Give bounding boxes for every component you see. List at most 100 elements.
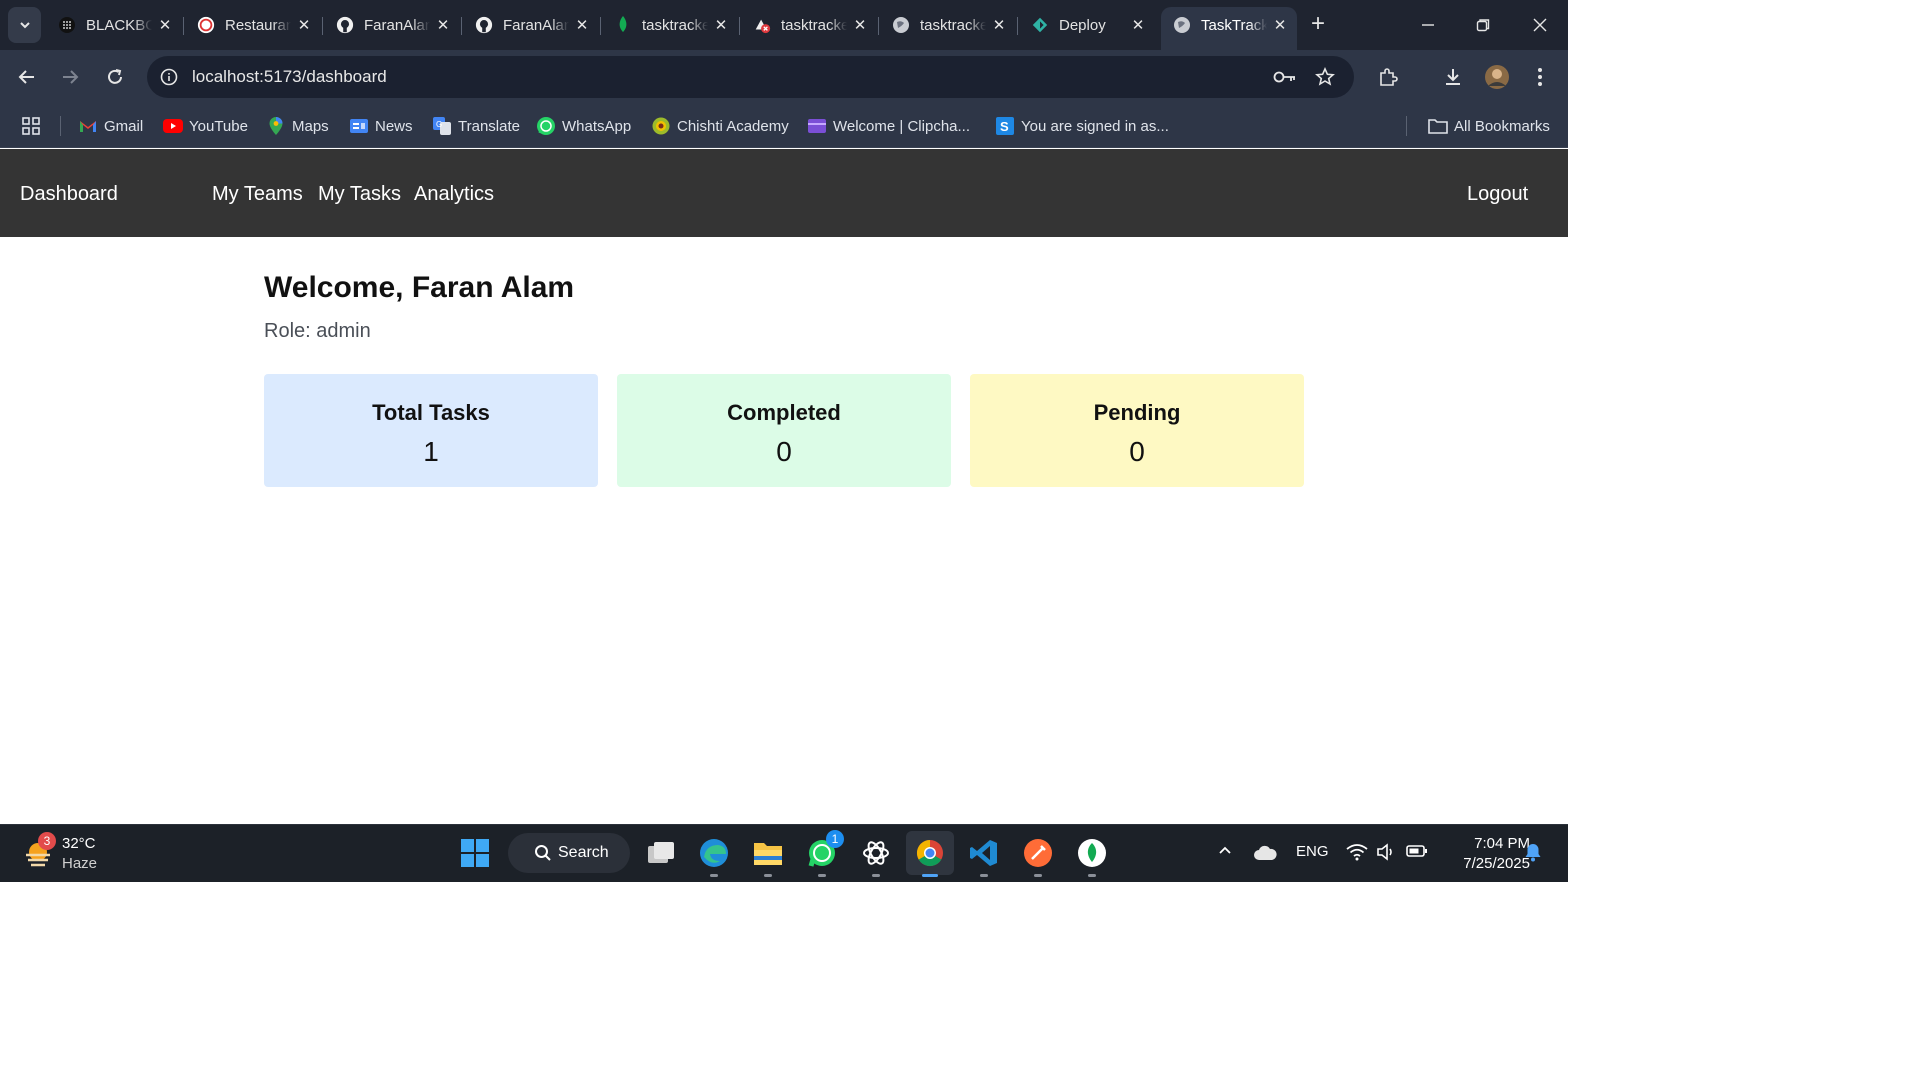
clipchamp-icon [807,116,827,136]
bookmark-signed-in[interactable]: S You are signed in as... [995,113,1169,139]
clock-time: 7:04 PM [1474,835,1530,852]
pending-card: Pending 0 [970,374,1304,487]
bookmark-star-icon[interactable] [1313,65,1337,89]
taskbar-edge[interactable] [694,833,734,877]
postman-icon [1024,839,1052,867]
battery-button[interactable] [1406,843,1428,863]
chevron-down-icon [19,22,30,29]
close-icon[interactable]: ✕ [851,16,869,34]
browser-tab[interactable]: tasktracker ✕ [602,7,740,43]
back-button[interactable] [11,61,43,93]
browser-tab[interactable]: Restaurant ✕ [185,7,323,43]
speaker-icon [1377,843,1392,861]
bookmark-youtube[interactable]: YouTube [163,113,248,139]
address-bar[interactable]: localhost:5173/dashboard [147,56,1354,98]
bookmark-gmail[interactable]: Gmail [78,113,143,139]
nav-dashboard-link[interactable]: Dashboard [20,183,118,206]
onedrive-button[interactable] [1253,845,1277,865]
close-icon[interactable]: ✕ [712,16,730,34]
forward-button[interactable] [54,61,86,93]
card-label: Completed [727,400,841,425]
browser-tab[interactable]: BLACKBOX ✕ [46,7,184,43]
bookmark-maps[interactable]: Maps [266,113,329,139]
bookmark-translate[interactable]: G Translate [432,113,520,139]
taskbar-search[interactable]: Search [508,833,630,873]
bookmark-whatsapp[interactable]: WhatsApp [536,113,631,139]
nav-analytics-link[interactable]: Analytics [414,183,494,206]
arrow-right-icon [63,70,79,84]
tab-separator [461,17,462,35]
taskbar-clock[interactable]: 7:04 PM 7/25/2025 [1440,834,1530,874]
close-icon[interactable]: ✕ [573,16,591,34]
minimize-button[interactable] [1405,8,1451,42]
taskbar-chrome[interactable] [906,831,954,877]
render-failed-icon [753,16,771,34]
bookmark-chishti-academy[interactable]: Chishti Academy [651,113,789,139]
card-value: 0 [776,436,792,467]
taskbar-mongodb-compass[interactable] [1072,833,1112,877]
browser-tab[interactable]: FaranAlam ✕ [324,7,462,43]
all-bookmarks-button[interactable]: All Bookmarks [1428,113,1550,139]
taskbar-chatgpt[interactable] [856,833,896,877]
taskbar-postman[interactable] [1018,833,1058,877]
apps-button[interactable] [21,113,41,139]
close-icon[interactable]: ✕ [295,16,313,34]
tab-title: tasktracker [642,16,708,34]
logout-link[interactable]: Logout [1467,183,1528,206]
browser-tab[interactable]: tasktracker ✕ [741,7,879,43]
taskbar-whatsapp[interactable]: 1 [802,830,844,877]
close-icon[interactable]: ✕ [434,16,452,34]
taskbar-file-explorer[interactable] [748,833,788,877]
weather-temperature: 32°C [62,835,96,852]
language-indicator[interactable]: ENG [1296,843,1329,860]
close-icon[interactable]: ✕ [1271,16,1289,34]
deploy-icon [1031,16,1049,34]
browser-tab[interactable]: tasktracker ✕ [880,7,1018,43]
browser-tab-active[interactable]: TaskTracker ✕ [1161,7,1297,50]
network-button[interactable] [1346,843,1368,865]
nav-my-teams-link[interactable]: My Teams [212,183,303,206]
folder-icon [754,843,782,865]
extensions-button[interactable] [1372,61,1404,93]
menu-button[interactable] [1524,61,1556,93]
tab-separator [600,17,601,35]
bookmark-divider [60,116,61,136]
bookmark-label: News [375,117,413,135]
site-info-icon[interactable] [157,65,181,89]
reload-button[interactable] [99,61,131,93]
bookmark-label: Maps [292,117,329,135]
weather-badge: 3 [38,832,56,850]
bookmark-news[interactable]: News [349,113,413,139]
restore-button[interactable] [1460,8,1506,42]
show-hidden-icons-button[interactable] [1217,843,1233,863]
cloud-icon [1254,845,1277,860]
taskbar-vscode[interactable] [964,833,1004,877]
notifications-button[interactable] [1524,842,1542,866]
password-key-icon[interactable] [1273,65,1297,89]
profile-button[interactable] [1481,61,1513,93]
task-view-button[interactable] [641,833,681,873]
running-indicator [980,874,988,877]
window-close-button[interactable] [1517,8,1563,42]
tab-title: Restaurant [225,16,291,34]
volume-button[interactable] [1376,843,1396,865]
weather-widget[interactable]: 3 [18,832,58,874]
close-icon[interactable]: ✕ [990,16,1008,34]
bookmark-clipchamp[interactable]: Welcome | Clipcha... [807,113,970,139]
browser-tab[interactable]: FaranAlam ✕ [463,7,601,43]
clock-date: 7/25/2025 [1463,855,1530,872]
active-indicator [922,874,938,877]
mongodb-leaf-icon [614,16,632,34]
address-url[interactable]: localhost:5173/dashboard [192,67,387,87]
battery-icon [1406,845,1427,857]
globe-icon [892,16,910,34]
browser-tab[interactable]: Deploy ✕ [1019,7,1155,43]
nav-my-tasks-link[interactable]: My Tasks [318,183,401,206]
tab-search-button[interactable] [8,7,41,43]
start-button[interactable] [455,833,495,873]
close-icon[interactable]: ✕ [156,16,174,34]
new-tab-button[interactable]: + [1304,11,1332,39]
close-icon[interactable]: ✕ [1129,16,1147,34]
downloads-button[interactable] [1437,61,1469,93]
restore-icon [1476,19,1490,32]
